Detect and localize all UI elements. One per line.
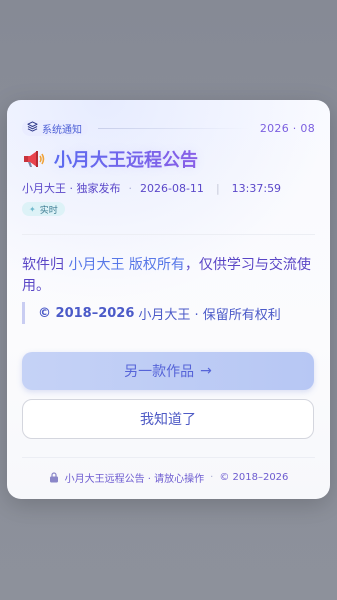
announcement-body: 软件归 小月大王 版权所有，仅供学习与交流使用。 — [22, 255, 312, 297]
footer-dot-separator: · — [210, 471, 214, 483]
content-divider — [22, 234, 315, 235]
header-divider-line — [98, 127, 250, 129]
dialog-footer: 小月大王远程公告 · 请放心操作 · © 2018–2026 — [7, 470, 330, 485]
copyright-text: 小月大王 · 保留所有权利 — [138, 307, 281, 323]
dialog-topbar: 系统通知 2026 · 08 — [22, 120, 315, 136]
body-owner: 小月大王 — [68, 257, 125, 273]
live-badge: ✦ 实时 — [22, 202, 65, 216]
header-date: 2026 · 08 — [259, 121, 315, 135]
publish-time: 13:37:59 — [231, 181, 282, 195]
arrow-right-icon: → — [200, 363, 212, 379]
meta-dot-separator: · — [128, 181, 133, 195]
lock-icon — [49, 471, 59, 483]
copyright-quote: © 2018–2026 小月大王 · 保留所有权利 — [22, 302, 281, 324]
page-title: 小月大王远程公告 — [54, 146, 198, 172]
copyright-years: © 2018–2026 — [38, 305, 135, 321]
layers-icon — [27, 121, 38, 135]
system-notice-tag: 系统通知 — [22, 120, 88, 136]
got-it-button[interactable]: 我知道了 — [22, 399, 314, 439]
meta-bar-separator: | — [215, 181, 220, 195]
footer-text: 小月大王远程公告 · 请放心操作 — [64, 473, 205, 485]
footer-divider — [22, 457, 315, 458]
tag-label: 系统通知 — [42, 124, 82, 136]
publish-date: 2026-08-11 — [140, 181, 204, 195]
sparkle-icon: ✦ — [29, 204, 36, 214]
footer-copyright: © 2018–2026 — [219, 471, 289, 483]
body-text-part1: 软件归 — [22, 257, 69, 273]
other-works-label: 另一款作品 — [124, 364, 195, 380]
author-label: 小月大王 · 独家发布 — [22, 182, 121, 195]
live-badge-label: 实时 — [39, 205, 58, 216]
announcement-dialog: 系统通知 2026 · 08 小月大王远程公告 小月大王 · 独家发布 · 20… — [7, 100, 330, 499]
body-rights: 版权所有 — [128, 257, 185, 273]
meta-row: 小月大王 · 独家发布 · 2026-08-11 | 13:37:59 — [22, 181, 315, 196]
megaphone-icon — [22, 148, 46, 170]
other-works-button[interactable]: 另一款作品 → — [22, 352, 314, 390]
got-it-label: 我知道了 — [140, 412, 196, 428]
title-row: 小月大王远程公告 — [22, 146, 198, 172]
